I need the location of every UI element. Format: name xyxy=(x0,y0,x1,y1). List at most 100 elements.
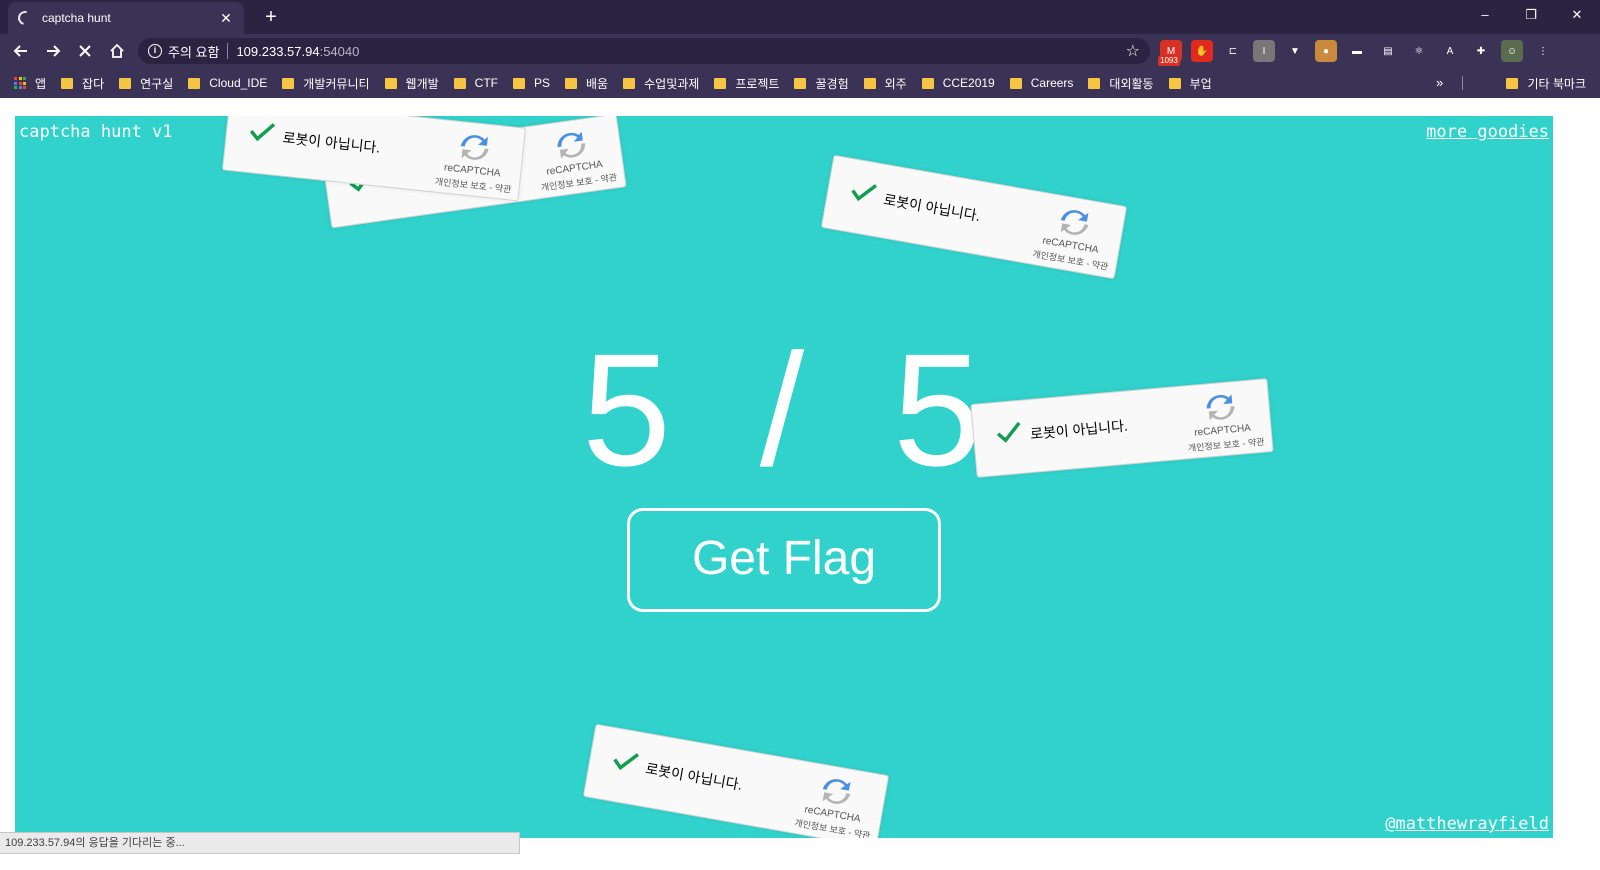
bookmark-folder[interactable]: 부업 xyxy=(1168,75,1212,92)
get-flag-button[interactable]: Get Flag xyxy=(627,508,941,612)
apps-grid-icon xyxy=(14,77,26,89)
bookmark-folder[interactable]: 웹개발 xyxy=(384,75,439,92)
bookmarks-divider xyxy=(1462,76,1463,90)
bookmark-folder[interactable]: 수업및과제 xyxy=(623,75,699,92)
recaptcha-logo[interactable]: reCAPTCHA 개인정보 보호 - 약관 xyxy=(1032,201,1113,272)
notification-badge: 1093 xyxy=(1158,56,1180,66)
captcha-label: 로봇이 아닙니다. xyxy=(882,191,982,224)
more-goodies-link[interactable]: more goodies xyxy=(1426,122,1549,142)
folder-icon xyxy=(1088,77,1101,89)
status-bubble: 109.233.57.94의 응답을 기다리는 중... xyxy=(0,832,520,854)
minimize-button[interactable]: – xyxy=(1462,0,1508,30)
bookmark-folder[interactable]: 외주 xyxy=(863,75,907,92)
address-bar[interactable]: i 주의 요함 109.233.57.94 :54040 ☆ xyxy=(138,38,1150,64)
page-canvas: captcha hunt v1 more goodies 5 / 5 Get F… xyxy=(15,116,1553,838)
browser-toolbar: i 주의 요함 109.233.57.94 :54040 ☆ M 1093 ✋ ⊏ I ▼… xyxy=(0,34,1600,68)
site-info-icon[interactable]: i xyxy=(148,44,162,58)
recaptcha-logo[interactable]: reCAPTCHA 개인정보 보호 - 약관 xyxy=(434,128,513,195)
recaptcha-logo[interactable]: reCAPTCHA 개인정보 보호 - 약관 xyxy=(533,124,618,193)
bookmark-label: 웹개발 xyxy=(405,76,439,91)
adblock-icon[interactable]: ✋ xyxy=(1191,40,1213,62)
gmail-icon[interactable]: M 1093 xyxy=(1158,40,1182,66)
recaptcha-widget[interactable]: 로봇이 아닙니다. reCAPTCHA 개인정보 보호 - 약관 xyxy=(820,154,1128,280)
solved-count: 5 xyxy=(582,320,671,499)
bookmark-label: 기타 북마크 xyxy=(1527,76,1586,91)
folder-icon xyxy=(623,77,636,89)
bookmark-apps[interactable]: 앱 xyxy=(14,75,46,92)
folder-icon xyxy=(453,77,466,89)
screen-icon[interactable]: ▬ xyxy=(1346,40,1368,62)
brand-title: captcha hunt v1 xyxy=(19,122,173,142)
recaptcha-logo[interactable]: reCAPTCHA 개인정보 보호 - 약관 xyxy=(1183,388,1265,453)
checkmark-icon xyxy=(996,421,1021,443)
info-ext-icon[interactable]: I xyxy=(1253,40,1275,62)
bookmark-folder[interactable]: CTF xyxy=(453,76,498,90)
new-tab-button[interactable]: + xyxy=(258,4,284,30)
extensions-bar: M 1093 ✋ ⊏ I ▼ ● ▬ ▤ ⚛ A ✚ ☺ ⋮ xyxy=(1158,38,1563,66)
captcha-label: 로봇이 아닙니다. xyxy=(644,760,744,793)
bookmark-folder[interactable]: Cloud_IDE xyxy=(188,76,267,90)
bookmark-folder[interactable]: 배움 xyxy=(565,75,608,92)
bookmark-folder[interactable]: 개발커뮤니티 xyxy=(282,75,370,92)
bookmark-label: CTF xyxy=(474,76,498,90)
bookmark-folder[interactable]: 연구실 xyxy=(119,75,173,92)
bookmark-label: 부업 xyxy=(1189,76,1212,91)
bookmark-folder[interactable]: PS xyxy=(513,76,550,90)
restore-button[interactable]: ❐ xyxy=(1508,0,1554,30)
bookmark-folder[interactable]: 프로젝트 xyxy=(714,75,779,92)
pdf-icon[interactable]: A xyxy=(1439,40,1461,62)
bookmark-label: 배움 xyxy=(586,76,609,91)
folder-icon xyxy=(282,77,295,89)
bookmark-folder[interactable]: Careers xyxy=(1009,76,1073,90)
recaptcha-arrows-icon xyxy=(557,131,586,159)
close-window-button[interactable]: ✕ xyxy=(1554,0,1600,30)
recaptcha-logo[interactable]: reCAPTCHA 개인정보 보호 - 약관 xyxy=(794,770,875,838)
folder-icon xyxy=(1168,77,1181,89)
bookmark-folder[interactable]: 꿀경험 xyxy=(794,75,849,92)
bookmark-label: 연구실 xyxy=(140,76,174,91)
stop-loading-icon[interactable] xyxy=(72,38,98,64)
cookie-icon[interactable]: ● xyxy=(1315,40,1337,62)
bookmark-folder[interactable]: 대외활동 xyxy=(1088,75,1154,92)
bookmarks-overflow-button[interactable]: » xyxy=(1436,68,1443,98)
profile-avatar-icon[interactable]: ☺ xyxy=(1501,40,1523,62)
checkmark-icon xyxy=(249,123,276,142)
bookmark-label: PS xyxy=(534,76,551,90)
folder-icon xyxy=(1506,77,1519,89)
home-icon[interactable] xyxy=(104,38,130,64)
bookmark-folder[interactable]: CCE2019 xyxy=(921,76,995,90)
bookmark-folder[interactable]: 잡다 xyxy=(61,75,104,92)
recaptcha-arrows-icon xyxy=(460,135,489,160)
forward-arrow-icon[interactable] xyxy=(40,38,66,64)
recaptcha-arrows-icon xyxy=(822,779,851,804)
print-icon[interactable]: ▤ xyxy=(1377,40,1399,62)
back-arrow-icon[interactable] xyxy=(8,38,34,64)
bookmark-star-icon[interactable]: ☆ xyxy=(1126,41,1140,61)
recaptcha-widget[interactable]: 로봇이 아닙니다. reCAPTCHA 개인정보 보호 - 약관 xyxy=(970,378,1274,478)
browser-tab[interactable]: captcha hunt ✕ xyxy=(8,2,244,34)
folder-icon xyxy=(61,77,74,89)
security-warning-label: 주의 요함 xyxy=(168,44,220,60)
vue-devtools-icon[interactable]: ▼ xyxy=(1284,40,1306,62)
checkmark-icon xyxy=(851,184,878,202)
bookmark-label: 개발커뮤니티 xyxy=(303,76,370,91)
extensions-puzzle-icon[interactable]: ✚ xyxy=(1470,40,1492,62)
bookmark-label: 꿀경험 xyxy=(815,76,849,91)
author-credit-link[interactable]: @matthewrayfield xyxy=(1385,814,1549,834)
bookmark-label: CCE2019 xyxy=(942,76,995,90)
bookmark-label: 잡다 xyxy=(82,76,105,91)
recaptcha-widget[interactable]: 로봇이 아닙니다. reCAPTCHA 개인정보 보호 - 약관 xyxy=(582,723,890,838)
bookmark-label: 앱 xyxy=(35,76,47,91)
other-bookmarks[interactable]: 기타 북마크 xyxy=(1506,68,1586,98)
clipper-icon[interactable]: ⊏ xyxy=(1222,40,1244,62)
react-devtools-icon[interactable]: ⚛ xyxy=(1408,40,1430,62)
menu-kebab-icon[interactable]: ⋮ xyxy=(1532,40,1554,62)
recaptcha-arrows-icon xyxy=(1060,210,1089,235)
close-tab-icon[interactable]: ✕ xyxy=(218,10,234,27)
bookmark-label: 대외활동 xyxy=(1109,76,1154,91)
folder-icon xyxy=(863,77,876,89)
bookmark-label: 외주 xyxy=(884,76,907,91)
bookmark-label: Cloud_IDE xyxy=(209,76,268,90)
folder-icon xyxy=(384,77,397,89)
folder-icon xyxy=(1009,77,1022,89)
